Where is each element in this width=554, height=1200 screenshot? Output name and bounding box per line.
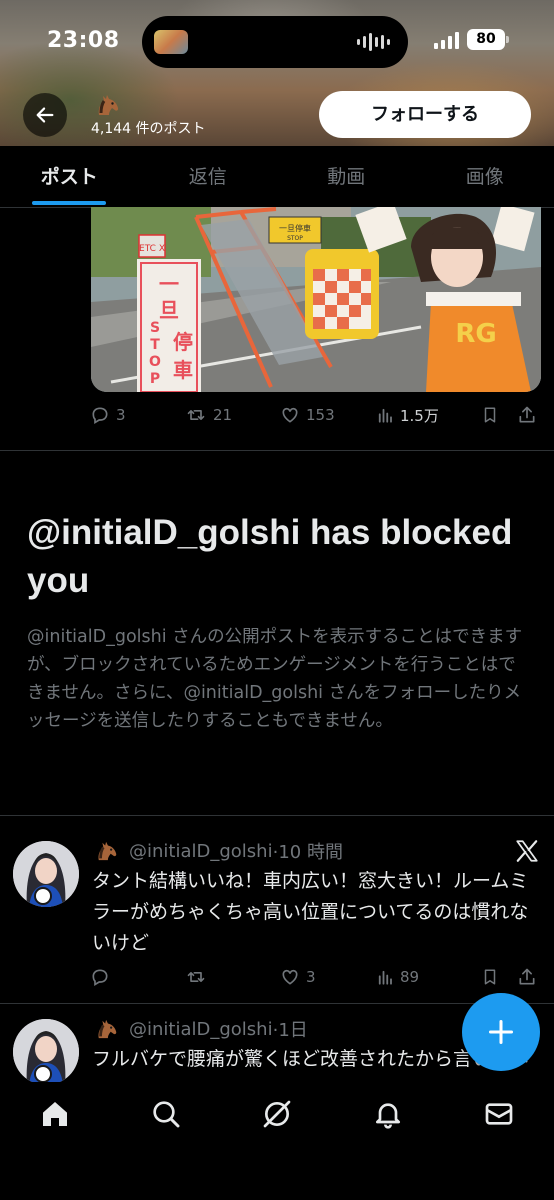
view-count: 1.5万 <box>400 406 439 425</box>
horse-emoji-icon <box>98 841 117 861</box>
like-count: 153 <box>306 406 335 424</box>
dynamic-island <box>142 16 408 68</box>
share-button[interactable] <box>517 405 537 425</box>
analytics-icon <box>378 408 392 423</box>
tab-label: 動画 <box>327 166 366 188</box>
divider <box>0 450 554 451</box>
plus-icon <box>488 1019 514 1045</box>
tweet-header: @initialD_golshi ·1日 <box>95 1016 308 1042</box>
mail-icon <box>485 1103 512 1125</box>
reply-button[interactable] <box>90 967 185 987</box>
grok-icon <box>263 1100 291 1128</box>
svg-text:P: P <box>150 371 160 387</box>
post-count: 4,144 件のポスト <box>91 121 206 137</box>
small-sign-text: 一旦停車 <box>279 223 311 233</box>
repost-button[interactable]: 21 <box>185 405 280 425</box>
compose-post-button[interactable] <box>462 993 540 1071</box>
cellular-signal-icon <box>434 31 459 49</box>
tweet-handle[interactable]: @initialD_golshi <box>129 841 273 862</box>
status-time: 23:08 <box>47 28 120 53</box>
repost-icon <box>187 972 205 982</box>
nav-messages[interactable] <box>443 1098 554 1200</box>
repost-icon <box>187 410 205 420</box>
tweet-header: @initialD_golshi ·10 時間 <box>95 838 343 864</box>
tweet-action-bar: 3 21 153 1.5万 <box>90 400 540 430</box>
nav-grok[interactable] <box>222 1098 333 1200</box>
tab-label: 画像 <box>465 166 504 188</box>
arrow-left-icon <box>36 107 54 123</box>
avatar[interactable] <box>13 1019 79 1085</box>
active-tab-indicator <box>32 201 107 205</box>
battery-icon: 80 <box>467 29 505 50</box>
tab-label: ポスト <box>40 166 98 188</box>
follow-button[interactable]: フォローする <box>319 91 531 138</box>
svg-text:旦: 旦 <box>159 298 179 322</box>
like-button[interactable]: 153 <box>280 405 376 425</box>
horse-emoji-icon <box>98 1019 117 1039</box>
tweet-handle[interactable]: @initialD_golshi <box>129 1019 273 1040</box>
etc-sign-text: ETC X <box>139 244 165 254</box>
share-button[interactable] <box>517 967 537 987</box>
home-icon <box>43 1102 68 1126</box>
svg-text:停: 停 <box>173 330 193 354</box>
nav-home[interactable] <box>0 1098 111 1200</box>
horse-emoji-icon <box>98 95 119 115</box>
reply-icon <box>92 407 108 424</box>
like-count: 3 <box>306 968 316 986</box>
tab-label: 返信 <box>188 166 227 188</box>
bookmark-button[interactable] <box>481 405 517 425</box>
views-button[interactable]: 89 <box>376 968 481 986</box>
search-icon <box>153 1101 180 1128</box>
divider <box>0 1003 554 1004</box>
svg-text:S: S <box>150 320 160 336</box>
bookmark-icon <box>484 407 496 423</box>
blocked-title: @initialD_golshi has blocked you <box>27 513 513 600</box>
heart-icon <box>282 407 298 423</box>
svg-text:一: 一 <box>159 272 179 296</box>
bell-icon <box>375 1103 400 1129</box>
nav-search[interactable] <box>111 1098 222 1200</box>
tweet-time[interactable]: ·10 時間 <box>273 838 343 864</box>
tab-images[interactable]: 画像 <box>416 146 554 207</box>
tweet-text: タント結構いいね！車内広い！窓大きい！ルームミラーがめちゃくちゃ高い位置について… <box>92 870 529 954</box>
repost-button[interactable] <box>185 967 280 987</box>
reply-button[interactable]: 3 <box>90 405 185 425</box>
svg-text:O: O <box>149 354 161 370</box>
tweet-action-bar: 3 89 <box>90 962 540 992</box>
small-sign-stop-text: STOP <box>287 235 303 242</box>
tab-videos[interactable]: 動画 <box>277 146 416 207</box>
audio-wave-icon <box>357 32 390 52</box>
bottom-navigation <box>0 1082 554 1200</box>
reply-icon <box>92 969 108 986</box>
avatar[interactable] <box>13 841 79 907</box>
nav-notifications[interactable] <box>332 1098 443 1200</box>
view-count: 89 <box>400 968 420 986</box>
views-button[interactable]: 1.5万 <box>376 405 481 426</box>
svg-text:車: 車 <box>173 358 193 382</box>
battery-tip <box>506 36 509 43</box>
heart-icon <box>282 969 298 985</box>
tweet-media-image[interactable]: ETC X 一 旦 停 車 S T O P 一旦停車 STOP RG <box>91 207 541 392</box>
tab-replies[interactable]: 返信 <box>139 146 278 207</box>
profile-tabs: ポスト 返信 動画 画像 <box>0 146 554 208</box>
repost-count: 21 <box>213 406 233 424</box>
like-button[interactable]: 3 <box>280 967 376 987</box>
divider <box>0 815 554 816</box>
share-icon <box>519 968 535 985</box>
now-playing-thumbnail <box>154 30 188 54</box>
analytics-icon <box>378 970 392 985</box>
back-button[interactable] <box>23 93 67 137</box>
svg-text:T: T <box>150 337 160 353</box>
tab-posts[interactable]: ポスト <box>0 146 139 207</box>
bookmark-icon <box>484 969 496 985</box>
bookmark-button[interactable] <box>481 967 517 987</box>
svg-text:RG: RG <box>455 319 496 349</box>
share-icon <box>519 406 535 423</box>
blocked-description: @initialD_golshi さんの公開ポストを表示することはできますが、ブ… <box>27 627 523 731</box>
tweet-time[interactable]: ·1日 <box>273 1016 308 1042</box>
x-logo-icon <box>516 840 538 862</box>
reply-count: 3 <box>116 406 126 424</box>
